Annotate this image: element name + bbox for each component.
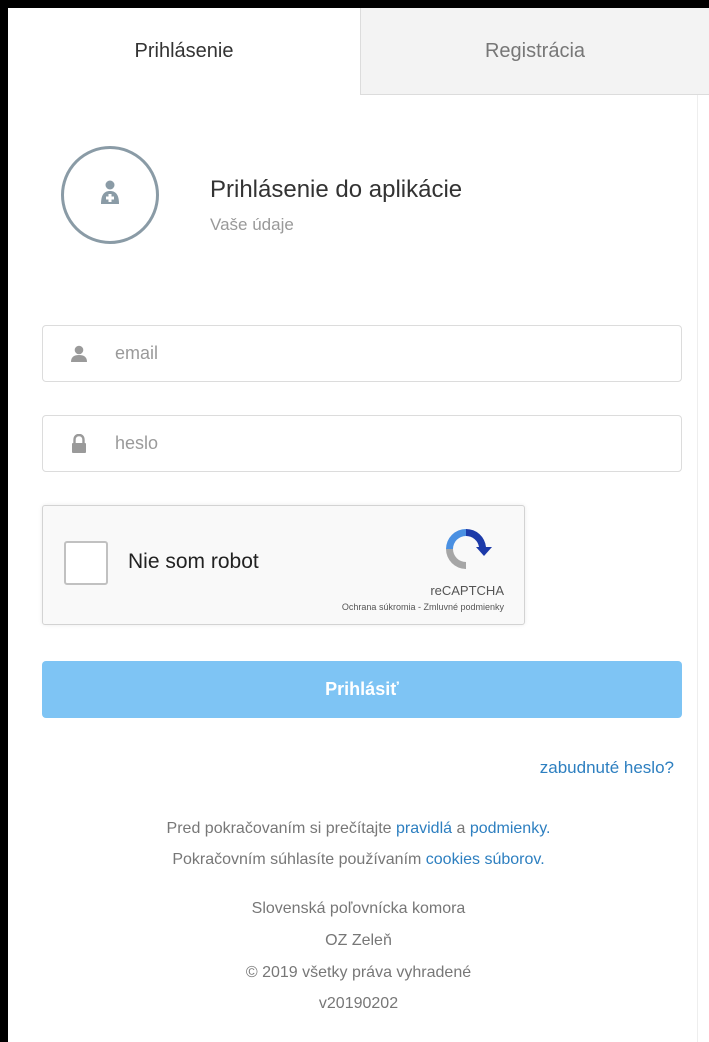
email-field[interactable] (42, 325, 682, 382)
right-edge-border (697, 95, 709, 1042)
info-rules-prefix: Pred pokračovaním si prečítajte (166, 820, 396, 837)
user-icon (43, 345, 115, 363)
page-subtitle: Vaše údaje (210, 215, 294, 234)
rules-link[interactable]: pravidlá (396, 820, 452, 837)
auth-tabs: Prihlásenie Registrácia (8, 8, 709, 95)
info-cookies-prefix: Pokračovním súhlasíte používaním (172, 851, 426, 868)
info-line-rules: Pred pokračovaním si prečítajte pravidlá… (8, 820, 709, 838)
recaptcha-terms-link[interactable]: Zmluvné podmienky (423, 602, 504, 612)
email-input[interactable] (115, 343, 635, 364)
forgot-password-link[interactable]: zabudnuté heslo? (540, 758, 674, 778)
recaptcha-brand: reCAPTCHA (430, 583, 504, 598)
tab-login-label: Prihlásenie (134, 40, 234, 62)
recaptcha-widget: Nie som robot reCAPTCHA Ochrana súkromia… (42, 505, 525, 625)
password-field[interactable] (42, 415, 682, 472)
recaptcha-links: Ochrana súkromia - Zmluvné podmienky (342, 602, 504, 612)
user-plus-icon (99, 180, 121, 211)
login-panel: Prihlásenie Registrácia Prihlásenie do a… (8, 8, 709, 1042)
lock-icon (43, 433, 115, 454)
avatar (61, 146, 159, 244)
footer-version: v20190202 (318, 995, 399, 1012)
info-line-cookies: Pokračovním súhlasíte používaním cookies… (8, 851, 709, 869)
password-input[interactable] (115, 433, 635, 454)
tab-register[interactable]: Registrácia (360, 8, 709, 95)
recaptcha-privacy-link[interactable]: Ochrana súkromia (342, 602, 416, 612)
page-title: Prihlásenie do aplikácie (210, 176, 463, 203)
cookies-link[interactable]: cookies súborov. (426, 851, 545, 868)
tab-register-label: Registrácia (484, 39, 586, 62)
recaptcha-label: Nie som robot (128, 550, 259, 573)
recaptcha-logo-icon (438, 523, 494, 575)
info-and-text: a (452, 820, 470, 837)
footer-copyright: © 2019 všetky práva vyhradené (245, 964, 472, 981)
recaptcha-checkbox[interactable] (64, 541, 108, 585)
login-button[interactable]: Prihlásiť (42, 661, 682, 718)
footer-unit: OZ Zeleň (325, 932, 392, 949)
footer-org: Slovenská poľovnícka komora (251, 900, 466, 917)
tab-login[interactable]: Prihlásenie (8, 8, 360, 95)
conditions-link[interactable]: podmienky. (470, 820, 551, 837)
